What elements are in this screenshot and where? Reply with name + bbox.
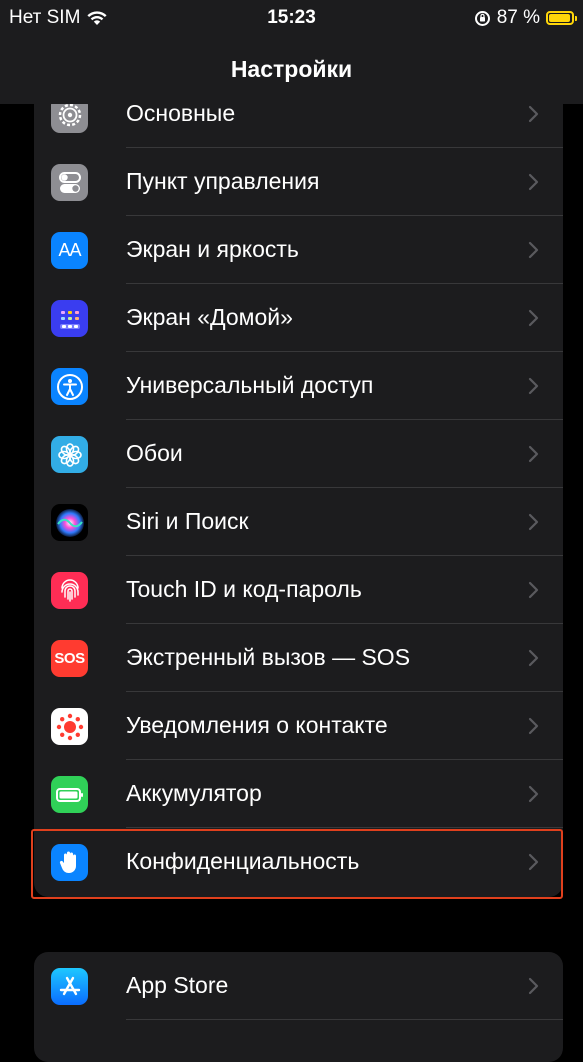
settings-row-label: Аккумулятор — [126, 780, 262, 806]
settings-row-touch-id[interactable]: Touch ID и код-пароль — [34, 556, 563, 624]
accessibility-icon — [51, 368, 88, 405]
settings-row-wallpaper[interactable]: Обои — [34, 420, 563, 488]
siri-icon — [51, 504, 88, 541]
settings-row-label: Touch ID и код-пароль — [126, 576, 362, 602]
settings-row-privacy[interactable]: Конфиденциальность — [34, 828, 563, 896]
status-bar: Нет SIM 15:23 87 % — [0, 0, 583, 36]
settings-group-apps: App Store — [34, 952, 563, 1062]
settings-row-label: Обои — [126, 440, 183, 466]
settings-row-label: Экстренный вызов — SOS — [126, 644, 411, 670]
settings-row-label: Конфиденциальность — [126, 848, 360, 874]
fingerprint-icon — [51, 572, 88, 609]
settings-row-siri[interactable]: Siri и Поиск — [34, 488, 563, 556]
settings-row-label: Экран «Домой» — [126, 304, 293, 330]
sos-icon: SOS — [51, 640, 88, 677]
chevron-right-icon — [528, 173, 539, 191]
settings-row-label: Уведомления о контакте — [126, 712, 388, 738]
battery-percent: 87 % — [496, 7, 540, 28]
battery-icon — [51, 776, 88, 813]
wallpaper-flower-icon — [51, 436, 88, 473]
settings-group-main: Основные Пункт управления AA Экран и ярк… — [34, 80, 563, 897]
chevron-right-icon — [528, 717, 539, 735]
settings-row-label: App Store — [126, 972, 229, 998]
control-center-icon — [51, 164, 88, 201]
chevron-right-icon — [528, 977, 539, 995]
settings-row-control-center[interactable]: Пункт управления — [34, 148, 563, 216]
exposure-notification-icon — [51, 708, 88, 745]
home-screen-icon — [51, 300, 88, 337]
chevron-right-icon — [528, 513, 539, 531]
settings-row-label: Пункт управления — [126, 168, 320, 194]
settings-row-label: Универсальный доступ — [126, 372, 374, 398]
settings-row-label: Основные — [126, 100, 236, 126]
settings-row-battery[interactable]: Аккумулятор — [34, 760, 563, 828]
settings-row-label: Siri и Поиск — [126, 508, 249, 534]
chevron-right-icon — [528, 241, 539, 259]
chevron-right-icon — [528, 581, 539, 599]
settings-row-accessibility[interactable]: Универсальный доступ — [34, 352, 563, 420]
settings-row-emergency-sos[interactable]: SOS Экстренный вызов — SOS — [34, 624, 563, 692]
chevron-right-icon — [528, 853, 539, 871]
sos-icon-text: SOS — [54, 650, 85, 667]
navigation-bar: Настройки — [0, 36, 583, 104]
chevron-right-icon — [528, 785, 539, 803]
chevron-right-icon — [528, 377, 539, 395]
chevron-right-icon — [528, 445, 539, 463]
chevron-right-icon — [528, 649, 539, 667]
chevron-right-icon — [528, 309, 539, 327]
settings-row-label: Экран и яркость — [126, 236, 299, 262]
rotation-lock-icon — [474, 10, 490, 26]
settings-row-home-screen[interactable]: Экран «Домой» — [34, 284, 563, 352]
app-store-icon — [51, 968, 88, 1005]
privacy-hand-icon — [51, 844, 88, 881]
page-title: Настройки — [230, 56, 353, 82]
settings-row-exposure-notifications[interactable]: Уведомления о контакте — [34, 692, 563, 760]
settings-row-display-brightness[interactable]: AA Экран и яркость — [34, 216, 563, 284]
settings-row-app-store[interactable]: App Store — [34, 952, 563, 1020]
display-brightness-icon: AA — [51, 232, 88, 269]
battery-indicator-icon — [546, 11, 577, 25]
